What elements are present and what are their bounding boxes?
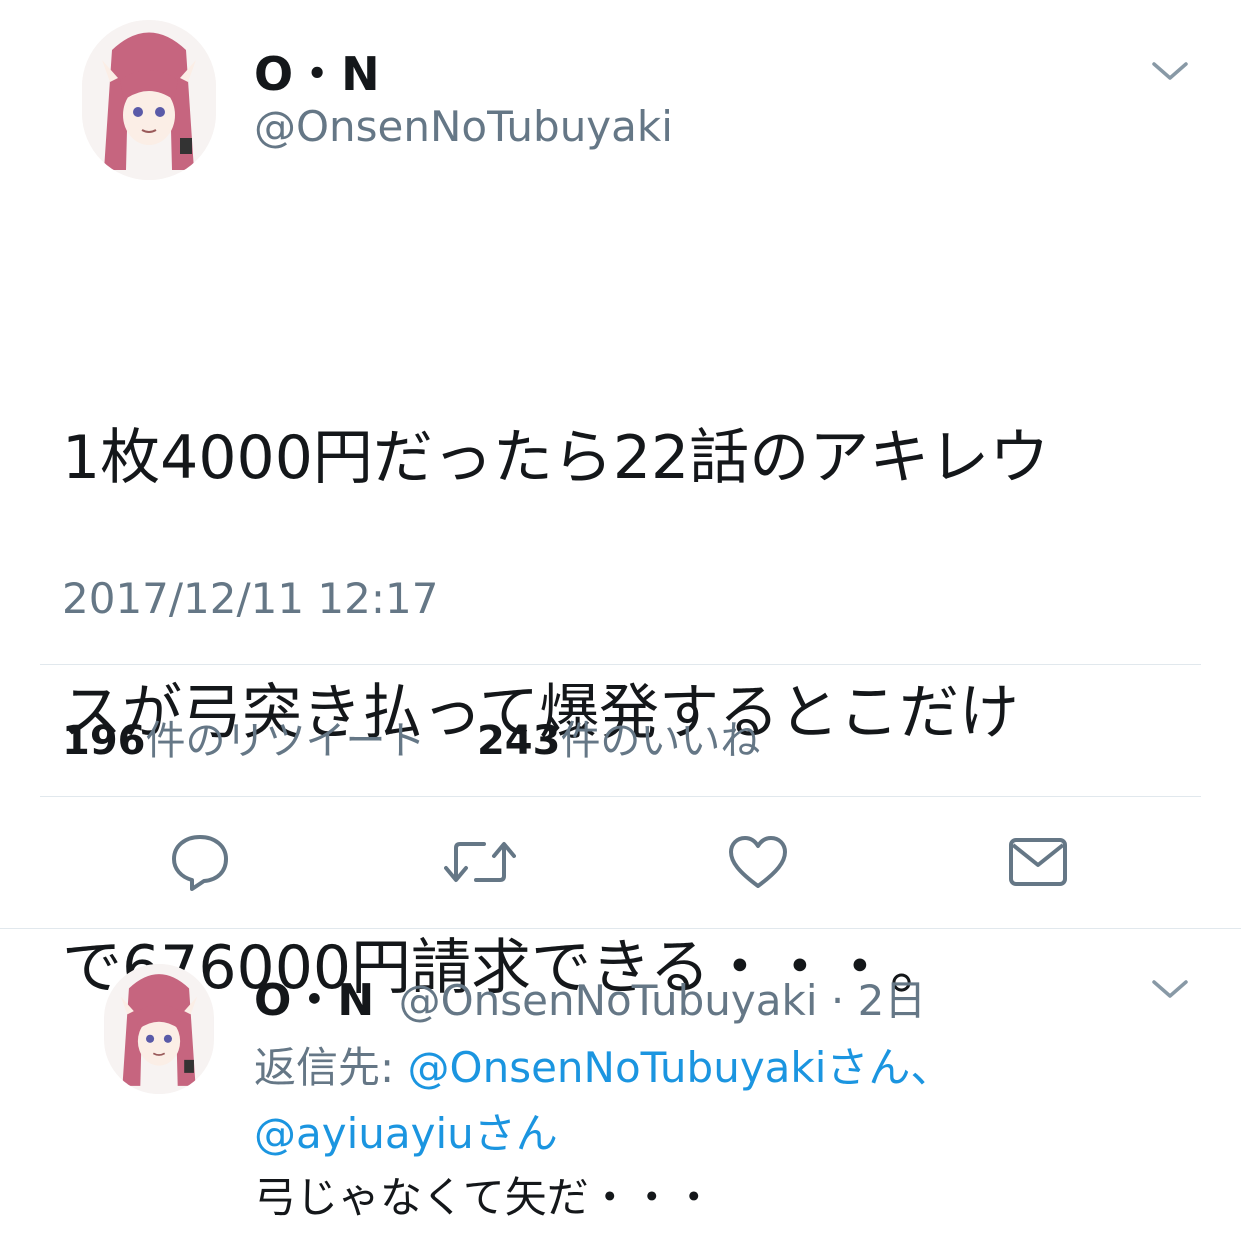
avatar-illustration-icon	[82, 20, 216, 180]
tweet-text-line: 1枚4000円だったら22話のアキレウ	[62, 423, 1050, 493]
reply-to-user-link[interactable]: @OnsenNoTubuyakiさん、	[408, 1043, 953, 1092]
reply-author-handle[interactable]: @OnsenNoTubuyaki	[399, 976, 818, 1025]
retweet-count: 196	[62, 718, 146, 764]
reply-author-avatar[interactable]	[104, 964, 214, 1094]
author-name[interactable]: O・N	[254, 38, 381, 104]
reply-icon	[172, 835, 228, 891]
retweet-button[interactable]	[440, 822, 520, 902]
reply-author-name[interactable]: O・N	[254, 975, 375, 1026]
like-stat[interactable]: 243件のいいね	[477, 718, 761, 764]
author-avatar[interactable]	[82, 20, 216, 180]
chevron-down-icon[interactable]	[1150, 974, 1190, 1004]
reply-button[interactable]	[160, 822, 240, 902]
divider	[40, 796, 1201, 797]
tweet-timestamp[interactable]: 2017/12/11 12:17	[62, 574, 438, 623]
divider	[40, 664, 1201, 665]
like-count: 243	[476, 718, 561, 764]
reply-time[interactable]: 2日	[858, 976, 927, 1025]
reply-to-line: 返信先: @OnsenNoTubuyakiさん、	[254, 1034, 952, 1095]
reply-text: 弓じゃなくて矢だ・・・	[254, 1173, 715, 1222]
reply-header: O・N @OnsenNoTubuyaki · 2日	[254, 964, 926, 1028]
engagement-stats: 196件のリツイート 243件のいいね	[62, 708, 760, 766]
like-button[interactable]	[718, 822, 798, 902]
reply-to-user2: @ayiuayiu	[254, 1109, 474, 1158]
like-label: 件のいいね	[560, 718, 761, 764]
reply-to-user1: @OnsenNoTubuyaki	[407, 1043, 827, 1092]
direct-message-icon	[1009, 838, 1067, 886]
retweet-stat[interactable]: 196件のリツイート	[62, 718, 426, 764]
author-handle[interactable]: @OnsenNoTubuyaki	[254, 102, 673, 151]
reply-to-suffix1: さん、	[826, 1043, 953, 1092]
chevron-down-icon[interactable]	[1150, 56, 1190, 86]
like-icon	[729, 836, 787, 888]
reply-to-user-link[interactable]: @ayiuayiuさん	[254, 1109, 558, 1158]
direct-message-button[interactable]	[998, 822, 1078, 902]
retweet-icon	[444, 842, 516, 882]
retweet-label: 件のリツイート	[145, 718, 426, 764]
thread-separator	[0, 928, 1241, 929]
reply-separator: ·	[830, 976, 845, 1025]
reply-to-prefix: 返信先:	[254, 1043, 408, 1092]
avatar-illustration-icon	[104, 964, 214, 1094]
reply-to-line-2: @ayiuayiuさん	[254, 1100, 558, 1161]
reply-to-suffix2: さん	[473, 1109, 558, 1158]
